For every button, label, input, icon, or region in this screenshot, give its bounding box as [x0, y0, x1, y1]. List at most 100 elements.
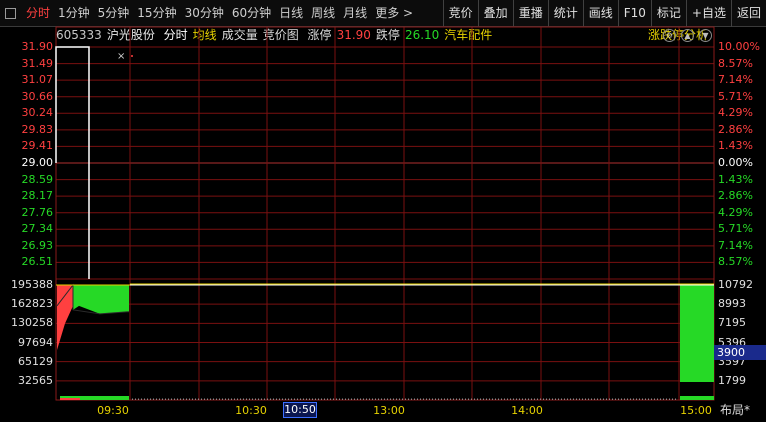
volume-bar — [672, 398, 673, 400]
volume-bar — [444, 398, 445, 400]
volume-bar — [183, 398, 184, 400]
volume-bar — [216, 398, 217, 400]
volume-bar — [333, 398, 334, 400]
price-tick-left: 26.51 — [21, 255, 54, 269]
volume-bar — [573, 398, 574, 400]
volume-bar — [210, 398, 211, 400]
volume-bar — [456, 398, 457, 400]
auction-buy-volume — [73, 285, 129, 314]
volume-bar — [213, 398, 214, 400]
volume-bar — [303, 398, 304, 400]
volume-bar — [372, 398, 373, 400]
volume-bar — [588, 398, 589, 400]
volume-bar — [195, 398, 196, 400]
volume-bar — [519, 398, 520, 400]
volume-bar — [273, 398, 274, 400]
volume-bar — [165, 398, 166, 400]
volume-bar — [144, 398, 145, 400]
volume-bar — [663, 398, 664, 400]
volume-tick-right: 8993 — [718, 297, 746, 311]
volume-bar — [153, 398, 154, 400]
volume-bar — [234, 398, 235, 400]
layout-button[interactable]: 布局* — [720, 402, 750, 419]
cursor-time-label: 10:50 — [283, 402, 317, 418]
volume-tick-left: 130258 — [11, 316, 53, 330]
time-tick: 15:00 — [680, 404, 712, 417]
volume-bar — [471, 398, 472, 400]
price-tick-left: 26.93 — [21, 238, 54, 252]
volume-bar — [441, 398, 442, 400]
volume-bar — [255, 398, 256, 400]
volume-bar — [237, 398, 238, 400]
volume-bar — [489, 398, 490, 400]
volume-bar — [261, 398, 262, 400]
volume-bar — [294, 398, 295, 400]
volume-bar — [675, 398, 676, 400]
volume-bar — [513, 398, 514, 400]
volume-bar — [258, 398, 259, 400]
volume-bar — [420, 398, 421, 400]
pct-tick-right: 8.57% — [718, 56, 753, 70]
volume-bar — [483, 398, 484, 400]
volume-bar — [321, 398, 322, 400]
volume-bar — [171, 398, 172, 400]
pct-tick-right: 7.14% — [718, 238, 753, 252]
pct-tick-right: 4.29% — [718, 106, 753, 120]
volume-bar — [504, 398, 505, 400]
volume-bar — [669, 398, 670, 400]
time-tick: 14:00 — [511, 404, 543, 417]
volume-bar — [651, 398, 652, 400]
intraday-chart[interactable]: × — [0, 0, 766, 422]
volume-bar — [291, 398, 292, 400]
volume-bar — [585, 398, 586, 400]
volume-tick-left: 65129 — [18, 354, 53, 368]
volume-bar — [279, 398, 280, 400]
volume-bar — [276, 398, 277, 400]
time-tick: 10:30 — [235, 404, 267, 417]
volume-bar — [411, 398, 412, 400]
volume-bar — [660, 398, 661, 400]
pct-tick-right: 5.71% — [718, 222, 753, 236]
chart-grid — [55, 26, 715, 401]
volume-bar — [540, 398, 541, 400]
price-tick-left: 30.66 — [21, 89, 54, 103]
volume-bar — [192, 398, 193, 400]
volume-bar — [363, 398, 364, 400]
volume-bar — [546, 398, 547, 400]
volume-bar — [480, 398, 481, 400]
volume-bar — [600, 398, 601, 400]
volume-bar — [318, 398, 319, 400]
volume-bar — [528, 398, 529, 400]
volume-bar — [306, 398, 307, 400]
volume-bar — [639, 398, 640, 400]
volume-bar — [462, 398, 463, 400]
volume-bar — [156, 398, 157, 400]
volume-bar — [159, 398, 160, 400]
volume-bar — [567, 398, 568, 400]
volume-tick-left: 32565 — [18, 373, 53, 387]
price-lines — [55, 46, 714, 286]
volume-bar — [594, 398, 595, 400]
price-tick-left: 31.49 — [21, 56, 54, 70]
volume-bar — [336, 398, 337, 400]
volume-bar — [522, 398, 523, 400]
volume-bar — [630, 398, 631, 400]
volume-tick-right: 10792 — [718, 278, 753, 291]
volume-tick-right: 1799 — [718, 373, 746, 387]
volume-bar — [561, 398, 562, 400]
volume-bar — [225, 398, 226, 400]
volume-bar — [615, 398, 616, 400]
cursor-dot — [131, 55, 133, 57]
volume-bar — [666, 398, 667, 400]
volume-bar — [201, 398, 202, 400]
price-tick-left: 29.83 — [21, 122, 54, 136]
volume-bar — [582, 398, 583, 400]
volume-bar — [468, 398, 469, 400]
volume-bar — [609, 398, 610, 400]
volume-bar — [174, 398, 175, 400]
volume-bar — [558, 398, 559, 400]
volume-bar — [378, 398, 379, 400]
volume-bar — [570, 398, 571, 400]
volume-bar — [288, 398, 289, 400]
volume-tick-left: 195388 — [11, 278, 53, 291]
